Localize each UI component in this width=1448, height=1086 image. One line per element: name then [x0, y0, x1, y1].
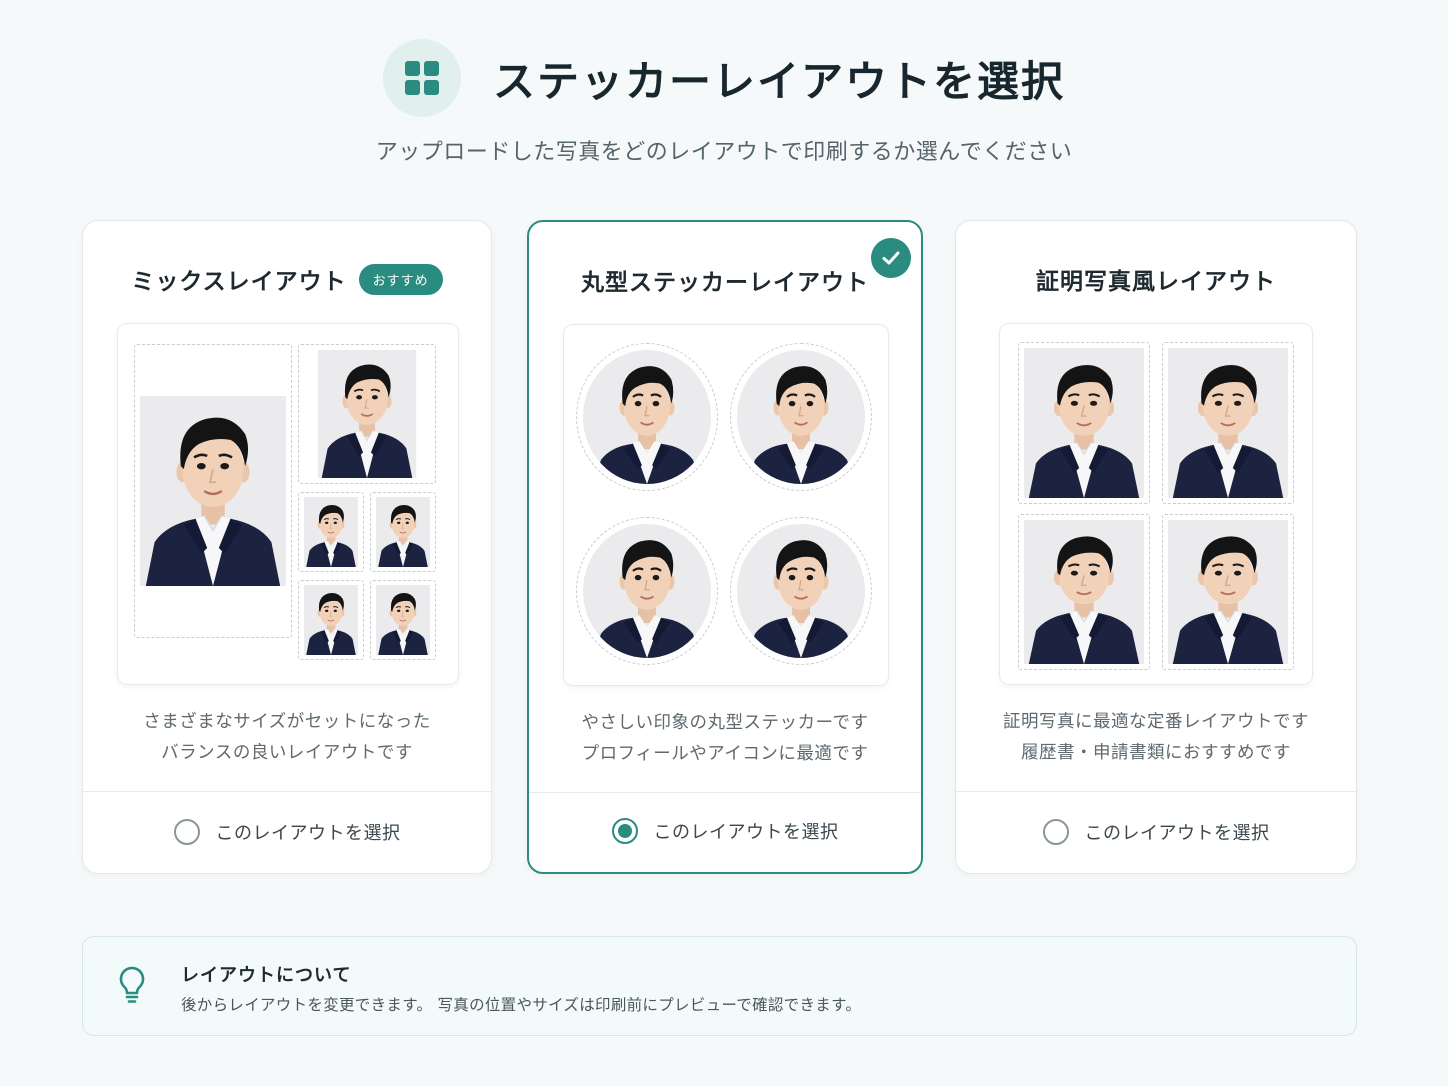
select-label: このレイアウトを選択: [1084, 823, 1270, 844]
layout-preview-round: [563, 324, 889, 686]
select-layout-option[interactable]: このレイアウトを選択: [956, 813, 1356, 851]
card-description: 証明写真に最適な定番レイアウトです 履歴書・申請書類におすすめです: [956, 707, 1356, 769]
photo-small: [298, 492, 364, 572]
info-text: 後からレイアウトを変更できます。 写真の位置やサイズは印刷前にプレビューで確認で…: [181, 996, 862, 1014]
layout-card-round[interactable]: 丸型ステッカーレイアウト やさしい印象の丸型ステッカーです プロフィールやアイコ…: [527, 220, 923, 874]
id-photo: [1162, 514, 1294, 670]
card-description: さまざまなサイズがセットになった バランスの良いレイアウトです: [83, 707, 491, 769]
layout-preview-id-photo: [999, 323, 1313, 685]
description-line: やさしい印象の丸型ステッカーです: [581, 713, 869, 733]
id-photo: [1018, 342, 1150, 504]
divider: [529, 792, 921, 793]
select-label: このレイアウトを選択: [653, 822, 839, 843]
card-title: ミックスレイアウト: [131, 269, 347, 295]
select-layout-option[interactable]: このレイアウトを選択: [83, 813, 491, 851]
card-title-row: 証明写真風レイアウト: [956, 261, 1356, 297]
layout-preview-mix: [117, 323, 459, 685]
description-line: さまざまなサイズがセットになった: [143, 712, 431, 732]
id-photo: [1018, 514, 1150, 670]
radio-button-selected[interactable]: [611, 818, 638, 844]
divider: [83, 791, 491, 792]
radio-button[interactable]: [1042, 819, 1069, 845]
description-line: 履歴書・申請書類におすすめです: [1021, 743, 1291, 763]
select-label: このレイアウトを選択: [215, 823, 401, 844]
round-photo: [576, 517, 718, 665]
grid-icon: [382, 39, 461, 117]
round-photo: [576, 343, 718, 491]
photo-small: [298, 580, 364, 660]
radio-button[interactable]: [173, 819, 200, 845]
info-box: レイアウトについて 後からレイアウトを変更できます。 写真の位置やサイズは印刷前…: [82, 936, 1357, 1036]
layout-card-id-photo[interactable]: 証明写真風レイアウト 証明写真に最適な定番レイアウトです 履歴書・申請書類におす…: [955, 220, 1357, 874]
page-title: ステッカーレイアウトを選択: [492, 56, 1065, 106]
photo-small: [370, 580, 436, 660]
card-title: 証明写真風レイアウト: [1036, 269, 1276, 295]
page-subtitle: アップロードした写真をどのレイアウトで印刷するか選んでください: [375, 140, 1073, 165]
photo-small: [370, 492, 436, 572]
description-line: 証明写真に最適な定番レイアウトです: [1003, 712, 1309, 732]
recommended-badge: おすすめ: [358, 263, 443, 295]
page-header: ステッカーレイアウトを選択: [0, 38, 1448, 118]
select-layout-option[interactable]: このレイアウトを選択: [529, 812, 921, 850]
lightbulb-icon: [117, 965, 147, 1009]
card-description: やさしい印象の丸型ステッカーです プロフィールやアイコンに最適です: [529, 708, 921, 770]
divider: [956, 791, 1356, 792]
description-line: プロフィールやアイコンに最適です: [581, 744, 869, 764]
info-title: レイアウトについて: [181, 965, 352, 986]
photo-medium: [298, 344, 436, 484]
round-photo: [730, 517, 872, 665]
id-photo: [1162, 342, 1294, 504]
description-line: バランスの良いレイアウトです: [161, 743, 413, 763]
card-title: 丸型ステッカーレイアウト: [581, 270, 869, 296]
layout-card-mix[interactable]: ミックスレイアウト おすすめ さまざまなサイズがセットになった バランスの良いレ…: [82, 220, 492, 874]
card-title-row: 丸型ステッカーレイアウト: [529, 262, 921, 298]
card-title-row: ミックスレイアウト おすすめ: [83, 261, 491, 297]
round-photo: [730, 343, 872, 491]
photo-large: [134, 344, 292, 638]
